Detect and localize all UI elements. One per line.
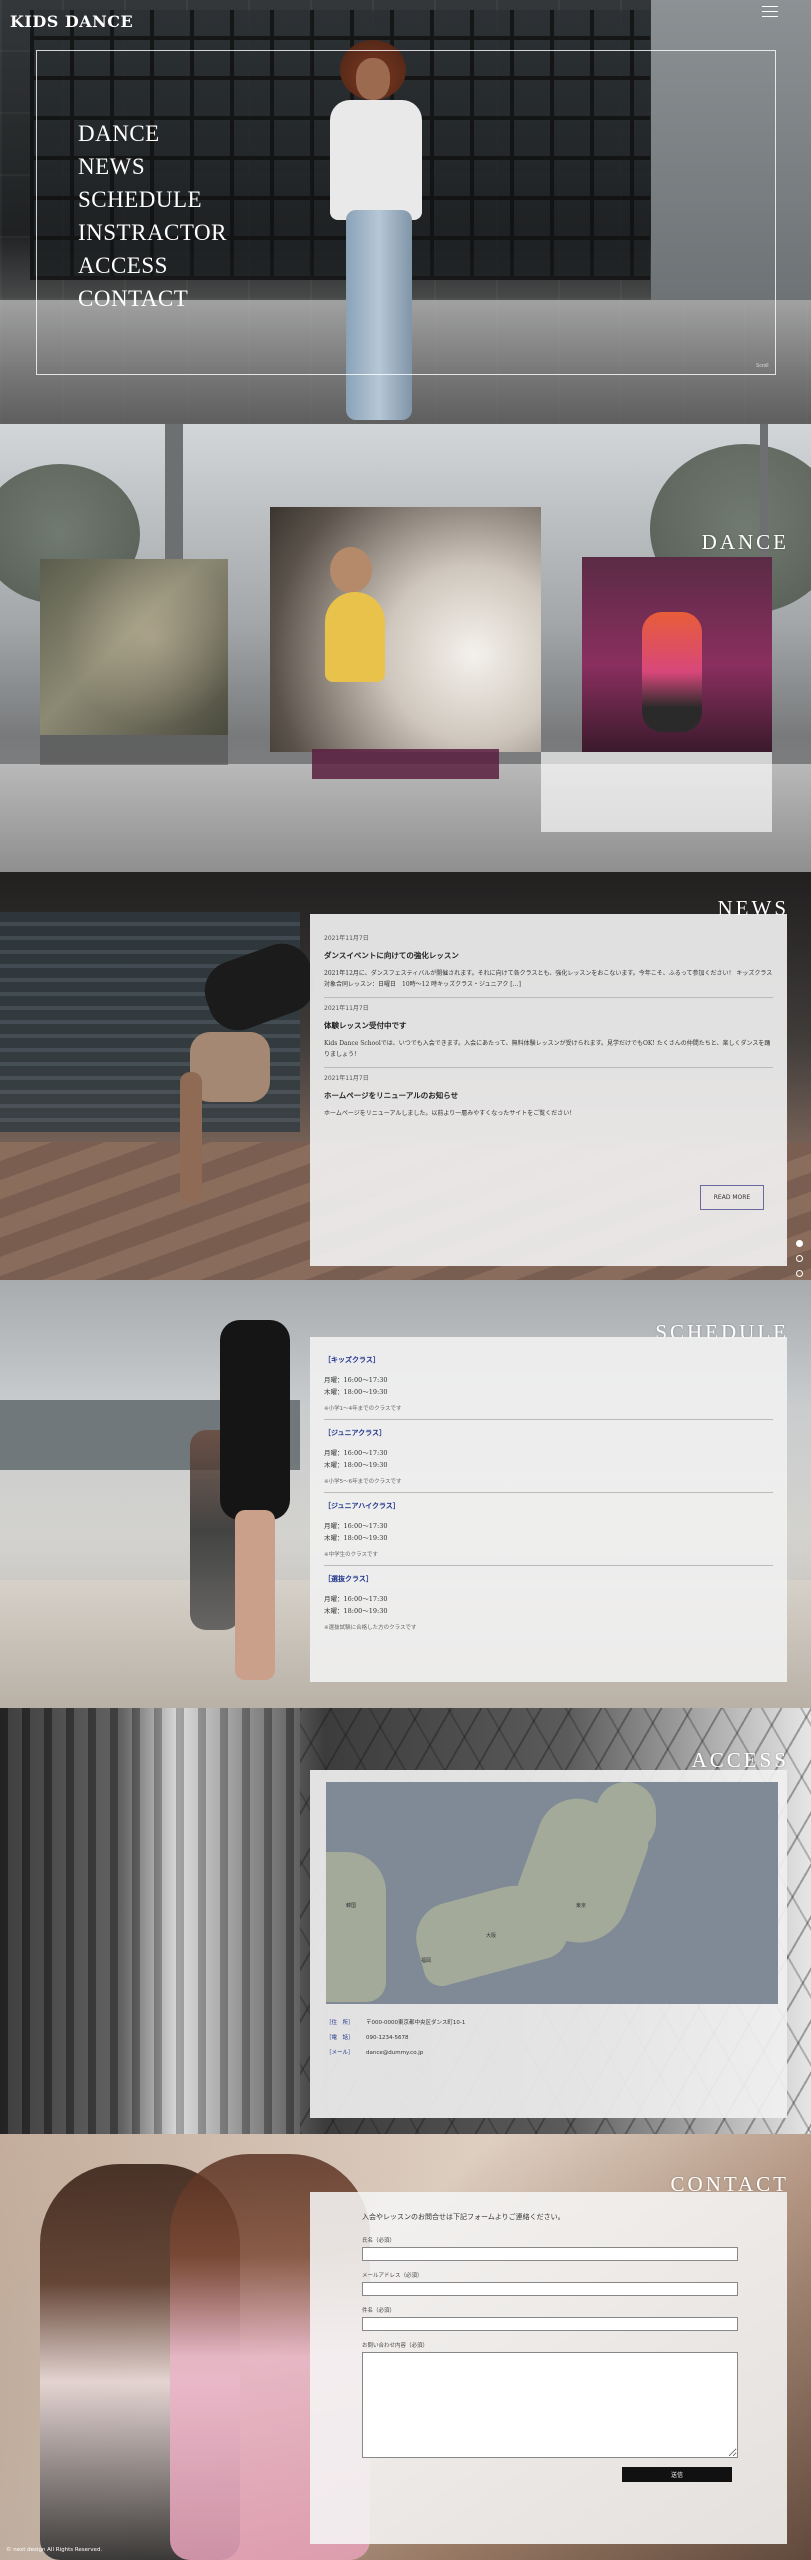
- photo-shadow: [541, 752, 772, 832]
- phone-value[interactable]: 090-1234-5678: [366, 2031, 408, 2046]
- subject-input[interactable]: [362, 2317, 738, 2331]
- message-textarea[interactable]: [362, 2352, 738, 2458]
- scroll-label: Scroll: [756, 363, 769, 369]
- news-item[interactable]: 2021年11月7日 ホームページをリニューアルのお知らせ ホームページをリニュ…: [324, 1068, 773, 1126]
- hero-section: KIDS DANCE DANCE NEWS SCHEDULE INSTRACTO…: [0, 0, 811, 424]
- photo-shadow: [312, 749, 499, 779]
- class-time: 木曜：18:00～19:30: [324, 1534, 388, 1542]
- schedule-class: ［ジュニアクラス］ 月曜：16:00～17:30 木曜：18:00～19:30 …: [324, 1428, 773, 1493]
- email-label: メールアドレス（必須）: [362, 2273, 423, 2279]
- dance-photo-girl: [270, 507, 541, 752]
- class-time: 月曜：16:00～17:30: [324, 1449, 388, 1457]
- news-excerpt: 2021年12月に、ダンスフェスティバルが開催されます。それに向けて各クラスとも…: [324, 970, 773, 988]
- schedule-class: ［キッズクラス］ 月曜：16:00～17:30 木曜：18:00～19:30 ※…: [324, 1355, 773, 1420]
- hamburger-icon[interactable]: [762, 6, 778, 20]
- class-name: ［ジュニアハイクラス］: [324, 1501, 400, 1510]
- class-note: ※小学5～6年までのクラスです: [324, 1479, 402, 1485]
- schedule-class: ［ジュニアハイクラス］ 月曜：16:00～17:30 木曜：18:00～19:3…: [324, 1501, 773, 1566]
- email-key: ［メール］: [326, 2050, 354, 2056]
- news-excerpt: ホームページをリニューアルしました。以前より一層みやすくなったサイトをご覧くださ…: [324, 1110, 576, 1117]
- email-input[interactable]: [362, 2282, 738, 2296]
- schedule-class: ［選抜クラス］ 月曜：16:00～17:30 木曜：18:00～19:30 ※選…: [324, 1574, 773, 1638]
- schedule-panel: ［キッズクラス］ 月曜：16:00～17:30 木曜：18:00～19:30 ※…: [310, 1337, 787, 1682]
- dance-section: DANCE: [0, 424, 811, 872]
- class-time: 木曜：18:00～19:30: [324, 1607, 388, 1615]
- class-time: 月曜：16:00～17:30: [324, 1522, 388, 1530]
- news-section: NEWS 2021年11月7日 ダンスイベントに向けての強化レッスン 2021年…: [0, 872, 811, 1280]
- class-time: 月曜：16:00～17:30: [324, 1595, 388, 1603]
- photo-shadow: [40, 735, 228, 765]
- map-label: 韓国: [346, 1903, 357, 1909]
- schedule-section: SCHEDULE ［キッズクラス］ 月曜：16:00～17:30 木曜：18:0…: [0, 1280, 811, 1708]
- dance-photo-group: [40, 559, 228, 735]
- map-land: [596, 1782, 656, 1852]
- nav-news[interactable]: NEWS: [78, 150, 227, 183]
- dance-title: DANCE: [701, 530, 789, 554]
- copyright: © next design All Rights Reserved.: [6, 2547, 103, 2553]
- class-name: ［選抜クラス］: [324, 1574, 373, 1583]
- email-row: ［メール］ dance@dummy.co.jp: [326, 2046, 465, 2061]
- access-background-curtain: [0, 1708, 300, 2134]
- news-panel: 2021年11月7日 ダンスイベントに向けての強化レッスン 2021年12月に、…: [310, 914, 787, 1266]
- address-key: ［住 所］: [326, 2020, 354, 2026]
- submit-button[interactable]: 送信: [622, 2467, 732, 2482]
- news-item[interactable]: 2021年11月7日 ダンスイベントに向けての強化レッスン 2021年12月に、…: [324, 928, 773, 998]
- news-headline[interactable]: 体験レッスン受付中です: [324, 1020, 773, 1031]
- access-section: ACCESS 韓国 東京 大阪 福岡 ［住 所］ 〒000-0000東京都中央区…: [0, 1708, 811, 2134]
- class-note: ※選抜試験に合格した方のクラスです: [324, 1625, 417, 1631]
- map-label: 福岡: [421, 1958, 432, 1964]
- contact-form: 入会やレッスンのお問合せは下記フォームよりご連絡ください。 氏名（必須） メール…: [310, 2192, 787, 2544]
- map-land: [326, 1852, 386, 2002]
- contact-section: CONTACT 入会やレッスンのお問合せは下記フォームよりご連絡ください。 氏名…: [0, 2134, 811, 2560]
- read-more-button[interactable]: READ MORE: [700, 1185, 764, 1210]
- access-info: ［住 所］ 〒000-0000東京都中央区ダンス町10-1 ［電 話］ 090-…: [326, 2016, 465, 2061]
- access-panel: 韓国 東京 大阪 福岡 ［住 所］ 〒000-0000東京都中央区ダンス町10-…: [310, 1770, 787, 2118]
- news-date: 2021年11月7日: [324, 935, 369, 942]
- news-excerpt: Kids Dance Schoolでは、いつでも入会できます。入会にあたって、無…: [324, 1040, 771, 1058]
- class-time: 月曜：16:00～17:30: [324, 1376, 388, 1384]
- address-row: ［住 所］ 〒000-0000東京都中央区ダンス町10-1: [326, 2016, 465, 2031]
- hero-nav: DANCE NEWS SCHEDULE INSTRACTOR ACCESS CO…: [78, 117, 227, 315]
- nav-dance[interactable]: DANCE: [78, 117, 227, 150]
- nav-schedule[interactable]: SCHEDULE: [78, 183, 227, 216]
- map-label: 東京: [576, 1903, 587, 1909]
- news-dancer-photo: [150, 935, 324, 1202]
- class-note: ※中学生のクラスです: [324, 1552, 378, 1558]
- news-headline[interactable]: ホームページをリニューアルのお知らせ: [324, 1090, 773, 1101]
- email-value[interactable]: dance@dummy.co.jp: [366, 2046, 423, 2061]
- phone-key: ［電 話］: [326, 2035, 354, 2041]
- class-name: ［ジュニアクラス］: [324, 1428, 387, 1437]
- message-label: お問い合わせ内容（必須）: [362, 2343, 429, 2349]
- nav-contact[interactable]: CONTACT: [78, 282, 227, 315]
- news-headline[interactable]: ダンスイベントに向けての強化レッスン: [324, 950, 773, 961]
- access-map[interactable]: 韓国 東京 大阪 福岡: [326, 1782, 778, 2004]
- schedule-dancer-photo: [220, 1300, 300, 1680]
- name-label: 氏名（必須）: [362, 2238, 396, 2244]
- phone-row: ［電 話］ 090-1234-5678: [326, 2031, 465, 2046]
- class-name: ［キッズクラス］: [324, 1355, 380, 1364]
- nav-instractor[interactable]: INSTRACTOR: [78, 216, 227, 249]
- name-input[interactable]: [362, 2247, 738, 2261]
- section-dot[interactable]: [796, 1240, 803, 1247]
- map-label: 大阪: [486, 1933, 497, 1939]
- class-time: 木曜：18:00～19:30: [324, 1461, 388, 1469]
- dance-photo-boy: [582, 557, 772, 752]
- nav-access[interactable]: ACCESS: [78, 249, 227, 282]
- news-date: 2021年11月7日: [324, 1075, 369, 1082]
- contact-intro: 入会やレッスンのお問合せは下記フォームよりご連絡ください。: [362, 2213, 565, 2221]
- news-item[interactable]: 2021年11月7日 体験レッスン受付中です Kids Dance School…: [324, 998, 773, 1068]
- subject-label: 件名（必須）: [362, 2308, 396, 2314]
- section-dot[interactable]: [796, 1270, 803, 1277]
- site-logo[interactable]: KIDS DANCE: [10, 12, 133, 31]
- address-value: 〒000-0000東京都中央区ダンス町10-1: [366, 2020, 466, 2026]
- class-time: 木曜：18:00～19:30: [324, 1388, 388, 1396]
- news-date: 2021年11月7日: [324, 1005, 369, 1012]
- class-note: ※小学1～4年までのクラスです: [324, 1406, 402, 1412]
- section-dot[interactable]: [796, 1255, 803, 1262]
